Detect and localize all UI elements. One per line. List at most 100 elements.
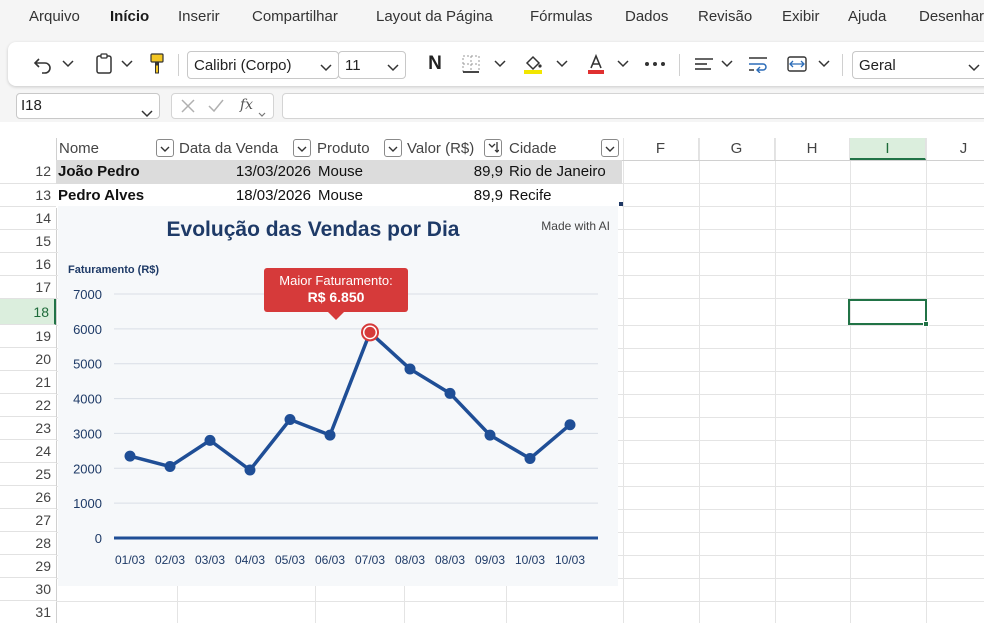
row-header-27[interactable]: 27 xyxy=(0,509,56,532)
row-header-28[interactable]: 28 xyxy=(0,532,56,555)
row-header-19[interactable]: 19 xyxy=(0,325,56,348)
row-header-22[interactable]: 22 xyxy=(0,394,56,417)
menu-exibir[interactable]: Exibir xyxy=(782,8,820,25)
sales-line-chart[interactable]: 0 1000 2000 3000 4000 5000 6000 7000 01/03 02/03 0… xyxy=(58,206,618,586)
undo-icon xyxy=(33,54,53,74)
align-left-icon xyxy=(694,56,714,72)
fill-color-button[interactable] xyxy=(521,42,545,86)
header-valor: Valor (R$) xyxy=(407,140,475,157)
peak-callout: Maior Faturamento: R$ 6.850 xyxy=(264,268,408,320)
x-tick-label: 08/03 xyxy=(435,553,465,567)
fill-handle[interactable] xyxy=(923,321,929,327)
column-header-i[interactable]: I xyxy=(850,138,926,160)
menu-revisao[interactable]: Revisão xyxy=(698,8,752,25)
row-header-15[interactable]: 15 xyxy=(0,230,56,253)
undo-button[interactable] xyxy=(30,42,56,86)
bold-button[interactable]: N xyxy=(422,42,448,86)
cell-cidade: Recife xyxy=(509,187,552,204)
row-header-13[interactable]: 13 xyxy=(0,184,56,207)
format-painter-button[interactable] xyxy=(146,42,168,86)
merge-button[interactable] xyxy=(785,42,809,86)
filter-button-data[interactable] xyxy=(293,139,311,157)
menu-desenhar[interactable]: Desenhar xyxy=(919,8,984,25)
column-header-f[interactable]: F xyxy=(623,138,699,160)
x-tick-label: 05/03 xyxy=(275,553,305,567)
font-name-select[interactable]: Calibri (Corpo) xyxy=(187,51,339,79)
name-box[interactable]: I18 xyxy=(16,93,160,119)
menu-arquivo[interactable]: Arquivo xyxy=(29,8,80,25)
filter-button-valor-active[interactable] xyxy=(484,139,502,157)
row-header-18[interactable]: 18 xyxy=(0,299,56,325)
confirm-icon[interactable] xyxy=(208,99,224,116)
cancel-icon[interactable] xyxy=(181,99,195,116)
undo-dropdown[interactable] xyxy=(60,42,76,86)
table-resize-handle[interactable] xyxy=(619,202,623,206)
chevron-down-icon xyxy=(605,140,615,156)
menu-compartilhar[interactable]: Compartilhar xyxy=(252,8,338,25)
data-point xyxy=(164,461,176,473)
font-color-dropdown[interactable] xyxy=(615,42,631,86)
menu-inicio[interactable]: Início xyxy=(110,8,149,25)
paste-button[interactable] xyxy=(92,42,116,86)
borders-button[interactable] xyxy=(459,42,483,86)
active-cell-i18[interactable] xyxy=(848,299,929,327)
filter-sort-icon xyxy=(487,140,500,156)
font-color-button[interactable] xyxy=(584,42,608,86)
paste-dropdown[interactable] xyxy=(119,42,135,86)
row-header-14[interactable]: 14 xyxy=(0,207,56,230)
sales-series-line xyxy=(129,330,572,472)
table-row[interactable]: Pedro Alves 18/03/2026 Mouse 89,9 Recife xyxy=(56,184,622,208)
row-header-24[interactable]: 24 xyxy=(0,440,56,463)
x-tick-label: 04/03 xyxy=(235,553,265,567)
column-header-j[interactable]: J xyxy=(926,138,984,160)
fill-color-dropdown[interactable] xyxy=(554,42,570,86)
align-dropdown[interactable] xyxy=(719,42,735,86)
row-header-21[interactable]: 21 xyxy=(0,371,56,394)
formula-input[interactable] xyxy=(282,93,984,119)
data-point xyxy=(444,387,456,399)
row-header-31[interactable]: 31 xyxy=(0,601,56,623)
merge-dropdown[interactable] xyxy=(816,42,832,86)
spreadsheet-grid[interactable]: Nome Data da Venda Produto Valor (R$) Ci… xyxy=(0,122,984,623)
insert-function-icon[interactable]: fx xyxy=(240,97,253,113)
align-button[interactable] xyxy=(693,42,715,86)
row-header-23[interactable]: 23 xyxy=(0,417,56,440)
row-header-30[interactable]: 30 xyxy=(0,578,56,601)
table-row[interactable]: João Pedro 13/03/2026 Mouse 89,9 Rio de … xyxy=(56,160,622,184)
formula-bar: I18 fx xyxy=(0,90,984,122)
row-header-20[interactable]: 20 xyxy=(0,348,56,371)
menu-dados[interactable]: Dados xyxy=(625,8,668,25)
font-size-select[interactable]: 11 xyxy=(338,51,406,79)
column-header-h[interactable]: H xyxy=(775,138,850,160)
borders-dropdown[interactable] xyxy=(492,42,508,86)
chevron-down-icon xyxy=(617,60,629,68)
row-header-16[interactable]: 16 xyxy=(0,253,56,276)
cell-valor: 89,9 xyxy=(473,163,503,180)
filter-button-produto[interactable] xyxy=(384,139,402,157)
menu-layout-da-pagina[interactable]: Layout da Página xyxy=(376,8,493,25)
cell-cidade: Rio de Janeiro xyxy=(509,163,606,180)
more-options-button[interactable] xyxy=(642,42,668,86)
header-produto: Produto xyxy=(317,140,370,157)
cell-data: 13/03/2026 xyxy=(235,163,311,180)
menu-ajuda[interactable]: Ajuda xyxy=(848,8,886,25)
menu-inserir[interactable]: Inserir xyxy=(178,8,220,25)
chevron-down-icon xyxy=(556,60,568,68)
row-header-29[interactable]: 29 xyxy=(0,555,56,578)
wrap-text-button[interactable] xyxy=(746,42,770,86)
chevron-down-icon xyxy=(160,140,170,156)
number-format-select[interactable]: Geral xyxy=(852,51,984,79)
borders-icon xyxy=(461,54,481,74)
filter-button-cidade[interactable] xyxy=(601,139,619,157)
row-header-17[interactable]: 17 xyxy=(0,276,56,299)
row-header-12[interactable]: 12 xyxy=(0,160,56,184)
data-point xyxy=(484,429,496,441)
menu-formulas[interactable]: Fórmulas xyxy=(530,8,593,25)
column-header-g[interactable]: G xyxy=(699,138,775,160)
row-header-25[interactable]: 25 xyxy=(0,463,56,486)
filter-button-nome[interactable] xyxy=(156,139,174,157)
data-point xyxy=(124,450,136,462)
chevron-down-icon xyxy=(818,60,830,68)
row-header-26[interactable]: 26 xyxy=(0,486,56,509)
callout-tail xyxy=(328,312,344,320)
